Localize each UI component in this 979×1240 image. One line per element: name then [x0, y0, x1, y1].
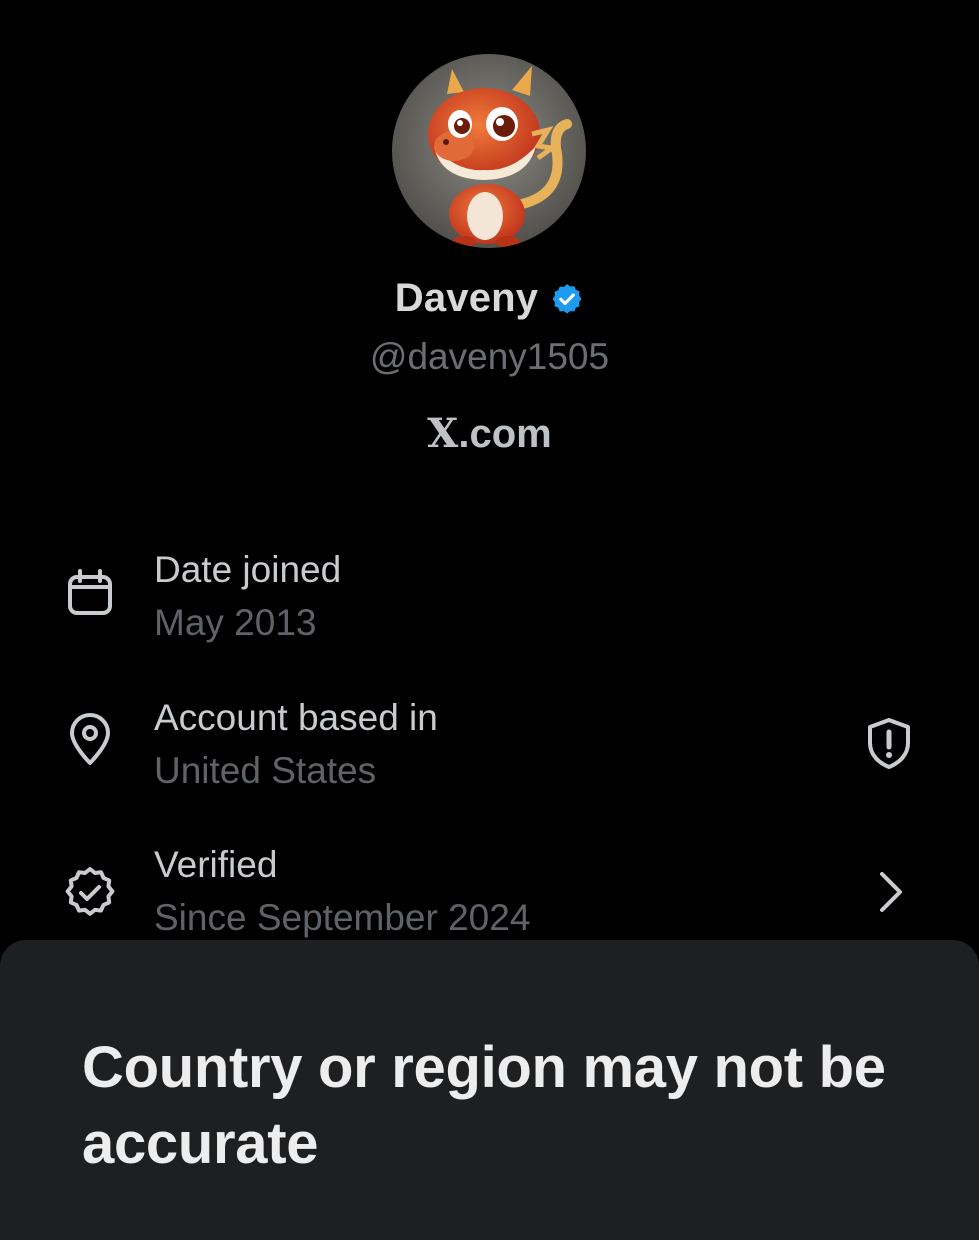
verified-check-icon — [65, 867, 115, 916]
shield-alert-icon[interactable] — [861, 715, 917, 771]
date-joined-value: May 2013 — [154, 602, 317, 643]
verified-label: Verified — [154, 844, 278, 885]
site-domain: .com — [458, 412, 552, 456]
avatar[interactable] — [392, 54, 586, 248]
username-handle: @daveny1505 — [369, 336, 610, 377]
site-x-glyph: X — [427, 410, 459, 457]
account-location-value: United States — [154, 750, 377, 791]
date-joined-label: Date joined — [154, 549, 342, 590]
dragon-avatar-icon — [392, 54, 586, 248]
bottom-sheet: Country or region may not be accurate — [0, 940, 979, 1240]
account-location-label: Account based in — [154, 697, 438, 738]
verified-row[interactable]: Verified Since September 2024 — [0, 840, 979, 950]
name-row: Daveny — [0, 276, 979, 321]
chevron-right-icon[interactable] — [862, 864, 918, 920]
website-link[interactable]: X.com — [0, 410, 979, 457]
verified-since-value: Since September 2024 — [154, 897, 531, 938]
verified-badge-icon — [552, 283, 582, 313]
display-name: Daveny — [394, 276, 539, 320]
date-joined-row: Date joined May 2013 — [0, 545, 979, 655]
account-location-row: Account based in United States — [0, 693, 979, 803]
calendar-icon — [68, 569, 112, 615]
location-pin-icon — [70, 713, 110, 765]
sheet-title: Country or region may not be accurate — [82, 1035, 886, 1176]
